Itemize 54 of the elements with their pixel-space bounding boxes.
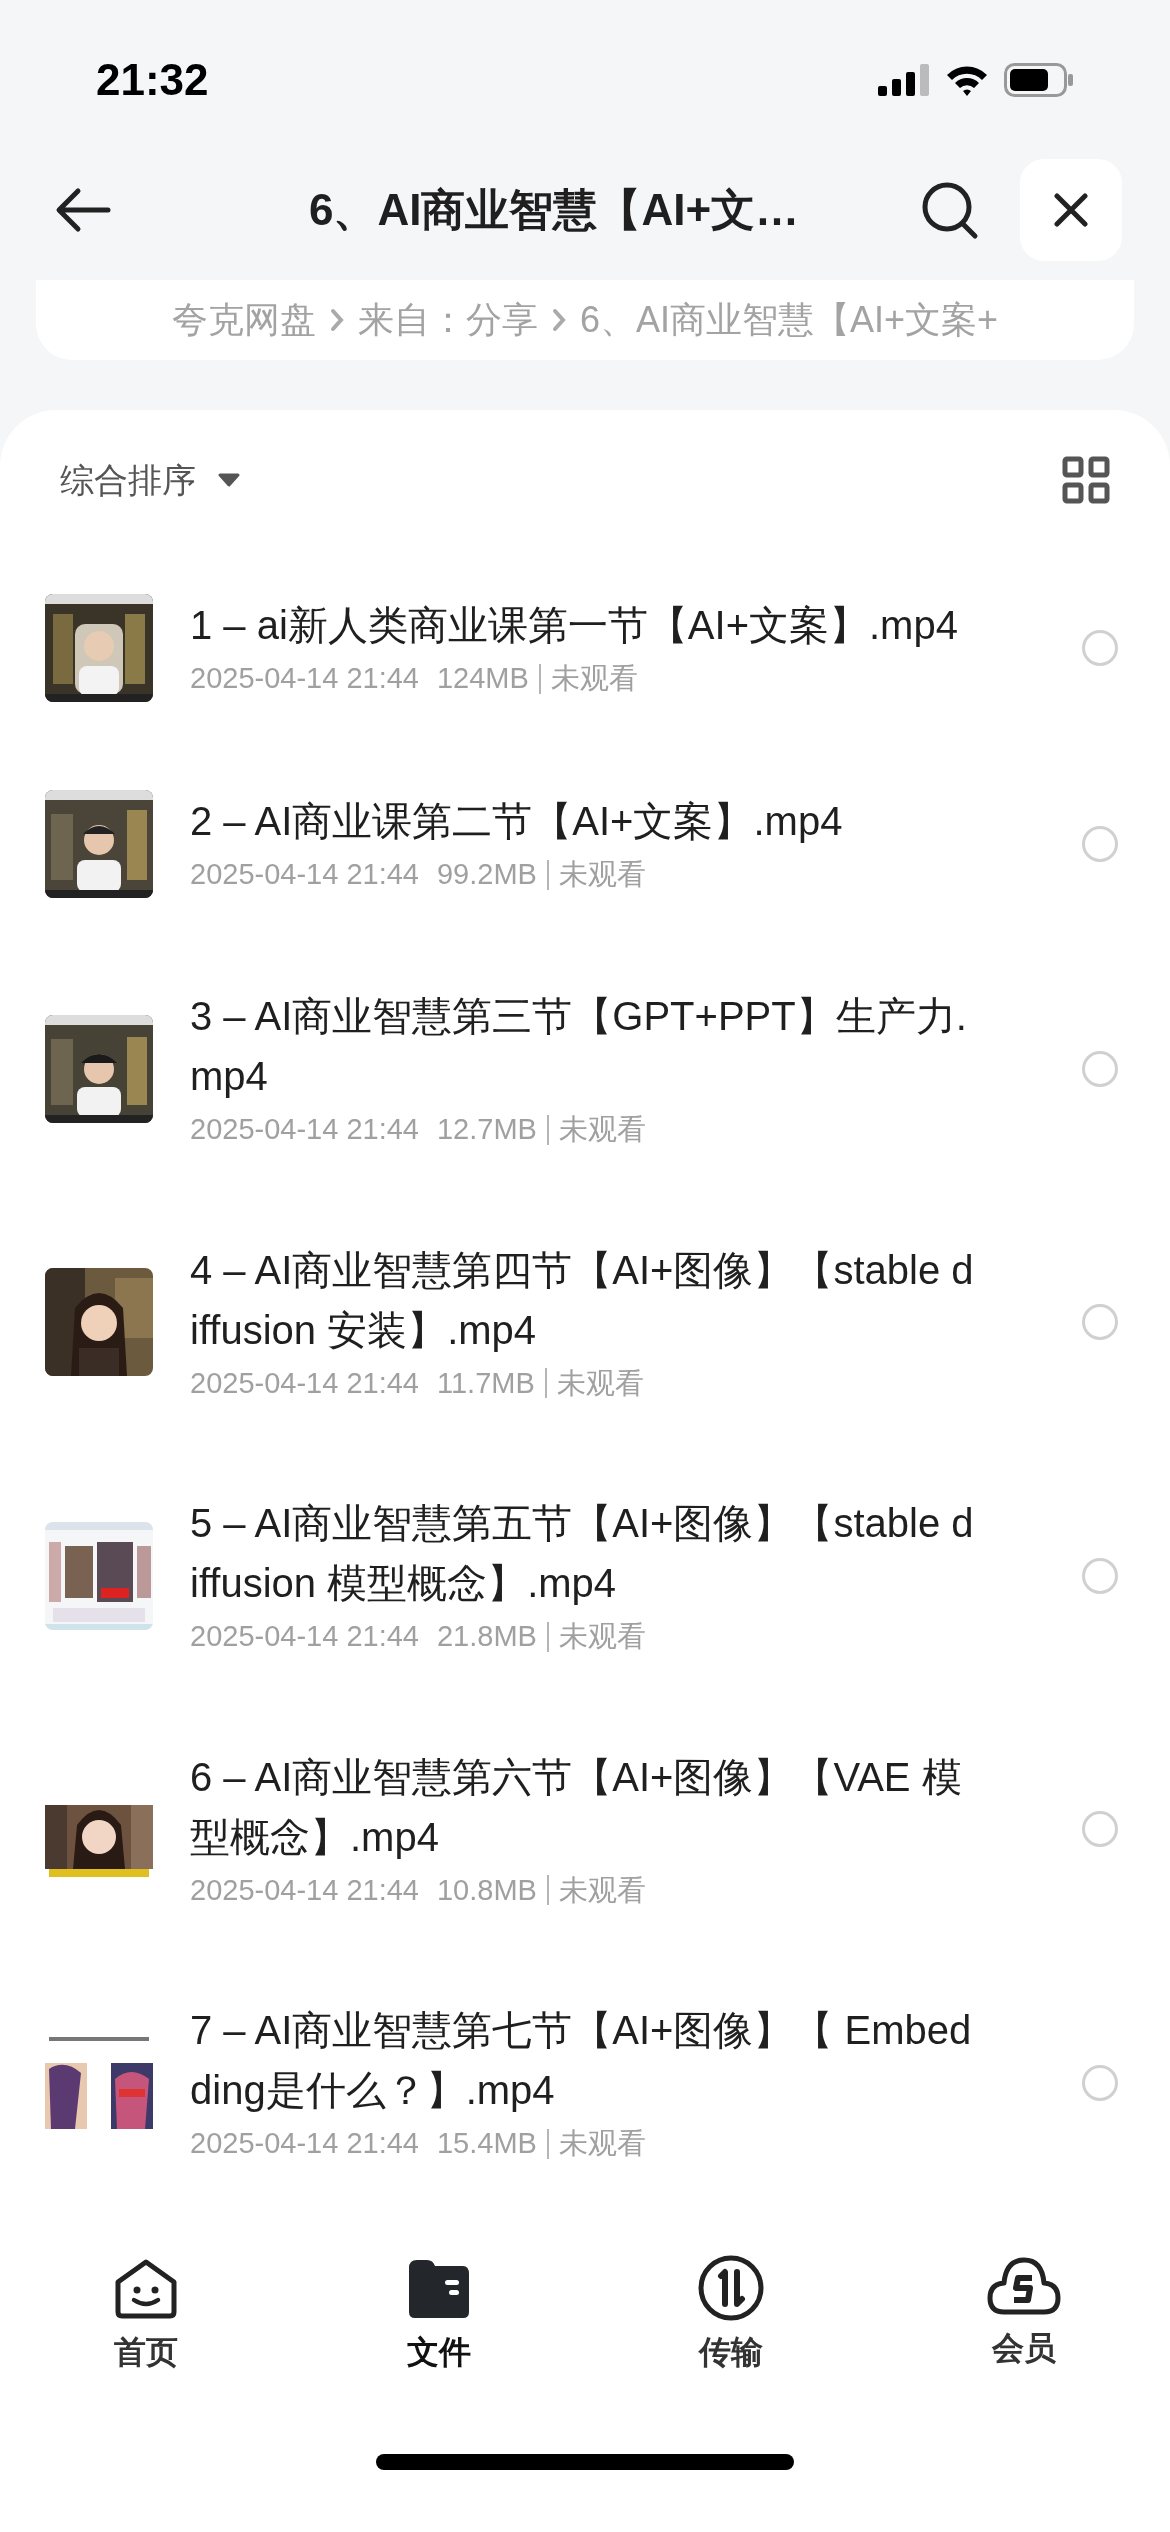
file-size: 15.4MB [437,2126,537,2161]
watch-status: 未观看 [558,1872,646,1908]
file-size: 11.7MB [437,1365,535,1401]
caret-icon [218,473,240,487]
watch-status: 未观看 [550,661,638,697]
select-radio[interactable] [1082,630,1118,666]
tab-bar-item[interactable]: 传输 [585,2254,878,2376]
search-icon [920,180,980,240]
file-date: 2025-04-14 21:44 [190,1112,419,1147]
file-name[interactable]: 6 – AI商业智慧第六节【AI+图像】【VAE 模型概念】.mp4 [190,1746,980,1867]
battery-icon [1004,63,1074,97]
select-radio[interactable] [1082,2064,1118,2101]
file-date: 2025-04-14 21:44 [190,1872,419,1908]
file-date: 2025-04-14 21:44 [190,2126,419,2161]
status-time: 21:32 [96,54,209,106]
file-name[interactable]: 7 – AI商业智慧第七节【AI+图像】【 Embedding是什么？】.mp4 [190,2000,980,2120]
file-name[interactable]: 2 – AI商业课第二节【AI+文案】.mp4 [190,791,980,852]
close-button[interactable] [1020,159,1122,261]
file-date: 2025-04-14 21:44 [190,857,419,893]
grid-view-icon [1062,456,1110,504]
sort-dropdown[interactable]: 综合排序 [60,454,240,506]
watch-status: 未观看 [558,857,646,893]
watch-status: 未观看 [558,1112,646,1147]
chevron-right-icon [551,308,566,332]
file-date: 2025-04-14 21:44 [190,661,419,697]
watch-status: 未观看 [558,2126,646,2161]
back-arrow-icon [54,186,112,234]
page-title: 6、AI商业智慧【AI+文… [308,184,800,236]
tab-bar-item[interactable]: 会员 [877,2254,1170,2376]
transfer-icon [697,2254,766,2322]
tab-bar-item[interactable]: 文件 [292,2254,585,2376]
close-icon [1054,193,1088,227]
grid-view-button[interactable] [1062,456,1110,504]
file-name[interactable]: 4 – AI商业智慧第四节【AI+图像】【stable diffusion 安装】.mp4 [190,1239,980,1360]
select-radio[interactable] [1082,1304,1118,1341]
file-name[interactable]: 5 – AI商业智慧第五节【AI+图像】【stable diffusion 模型概念】.mp4 [190,1493,980,1613]
file-size: 12.7MB [437,1112,537,1147]
file-name[interactable]: 1 – ai新人类商业课第一节【AI+文案】.mp4 [190,595,980,656]
tab-bar-item[interactable]: 首页 [0,2254,293,2376]
signal-icon [878,64,930,96]
chevron-right-icon [329,308,344,332]
file-date: 2025-04-14 21:44 [190,1619,419,1654]
watch-status: 未观看 [558,1619,646,1654]
watch-status: 未观看 [556,1365,644,1401]
file-size: 99.2MB [437,857,537,893]
file-size: 21.8MB [437,1619,537,1654]
select-radio[interactable] [1082,1557,1118,1594]
file-date: 2025-04-14 21:44 [190,1365,419,1401]
file-name[interactable]: 3 – AI商业智慧第三节【GPT+PPT】生产力.mp4 [190,986,980,1106]
select-radio[interactable] [1082,1050,1118,1087]
select-radio[interactable] [1082,1811,1118,1848]
select-radio[interactable] [1082,826,1118,862]
file-size: 124MB [437,661,529,697]
file-size: 10.8MB [437,1872,537,1908]
